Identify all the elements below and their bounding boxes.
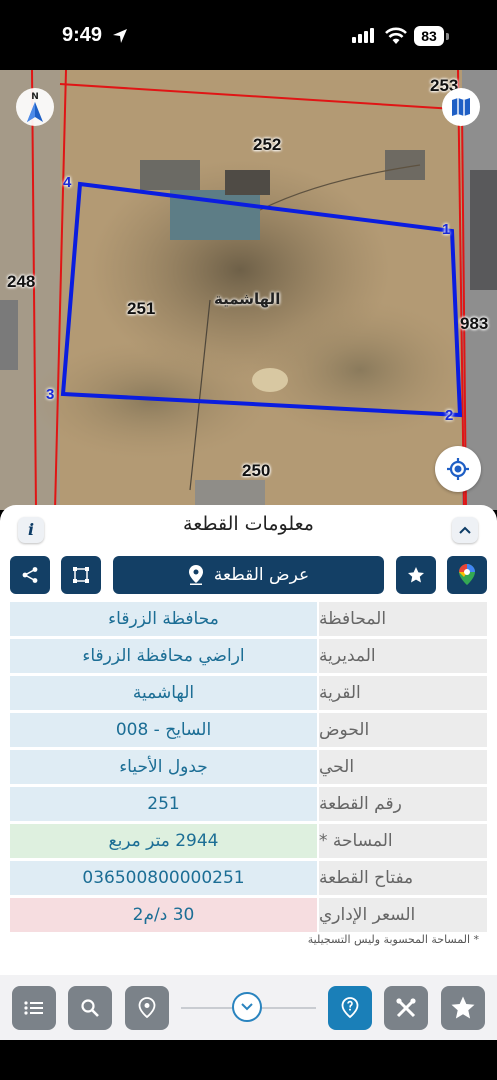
row-value: الهاشمية — [10, 676, 317, 710]
parcel-label-983: 983 — [460, 314, 489, 333]
row-village: الهاشمية القرية — [10, 676, 487, 710]
row-value: 2944 متر مربع — [10, 824, 317, 858]
row-value: 036500800000251 — [10, 861, 317, 895]
row-value: جدول الأحياء — [10, 750, 317, 784]
row-label: مفتاح القطعة — [319, 861, 487, 895]
chevron-down-icon — [241, 1003, 253, 1011]
tools-button[interactable] — [384, 986, 428, 1030]
locate-me-button[interactable] — [435, 446, 481, 492]
nearby-location-button[interactable] — [125, 986, 169, 1030]
row-value: محافظة الزرقاء — [10, 602, 317, 636]
favorites-button[interactable] — [441, 986, 485, 1030]
row-label: القرية — [319, 676, 487, 710]
compass-button[interactable]: N — [16, 88, 54, 126]
boundary-select-button[interactable] — [61, 556, 101, 594]
folded-map-icon — [452, 98, 470, 116]
status-bar: 9:49 83 — [0, 0, 497, 70]
village-label: الهاشمية — [214, 290, 281, 308]
row-directorate: اراضي محافظة الزرقاء المديرية — [10, 639, 487, 673]
tools-icon — [396, 998, 416, 1018]
collapse-button[interactable] — [452, 517, 478, 543]
vertex-label-1: 1 — [442, 221, 451, 238]
share-icon — [22, 567, 38, 583]
parcel-label-251: 251 — [127, 299, 156, 318]
location-arrow-icon — [113, 29, 127, 43]
map-pin-icon — [188, 565, 203, 585]
row-value: السايح - 008 — [10, 713, 317, 747]
list-icon — [24, 1001, 43, 1015]
row-value: اراضي محافظة الزرقاء — [10, 639, 317, 673]
location-pin-outline-icon — [138, 997, 156, 1019]
row-label: الحي — [319, 750, 487, 784]
share-button[interactable] — [10, 556, 50, 594]
chevron-up-icon — [459, 526, 471, 534]
location-question-icon — [341, 997, 359, 1019]
row-label: المديرية — [319, 639, 487, 673]
cellular-signal-icon — [352, 28, 374, 43]
row-governorate: محافظة الزرقاء المحافظة — [10, 602, 487, 636]
row-value: 251 — [10, 787, 317, 821]
row-label: السعر الإداري — [319, 898, 487, 932]
row-parcel-key: 036500800000251 مفتاح القطعة — [10, 861, 487, 895]
map-layers-button[interactable] — [442, 88, 480, 126]
panel-title: معلومات القطعة — [183, 513, 314, 535]
vertex-label-4: 4 — [63, 174, 72, 191]
home-indicator-area — [0, 1040, 497, 1080]
parcel-label-252: 252 — [253, 135, 282, 154]
row-neighborhood: جدول الأحياء الحي — [10, 750, 487, 784]
parcel-info-table: محافظة الزرقاء المحافظة اراضي محافظة الز… — [10, 602, 487, 935]
satellite-map[interactable]: 253 252 248 251 983 250 الهاشمية 1 2 3 4… — [0, 70, 497, 510]
battery-tip — [446, 33, 449, 40]
star-icon — [408, 567, 424, 583]
row-parcel-number: 251 رقم القطعة — [10, 787, 487, 821]
vertex-label-3: 3 — [46, 386, 55, 403]
row-value: 30 د/م2 — [10, 898, 317, 932]
favorite-button[interactable] — [396, 556, 436, 594]
polygon-select-icon — [73, 567, 89, 583]
row-label: المساحة * — [319, 824, 487, 858]
star-icon — [451, 996, 475, 1019]
search-button[interactable] — [68, 986, 112, 1030]
compass-n-label: N — [31, 91, 39, 102]
battery-indicator: 83 — [414, 26, 444, 46]
parcel-info-tab-button[interactable] — [328, 986, 372, 1030]
row-area: 2944 متر مربع المساحة * — [10, 824, 487, 858]
show-parcel-label: عرض القطعة — [213, 565, 310, 585]
area-footnote: * المساحة المحسوبة وليس التسجيلية — [307, 933, 479, 946]
status-time: 9:49 — [62, 24, 103, 46]
vertex-label-2: 2 — [445, 407, 454, 424]
google-maps-button[interactable] — [447, 556, 487, 594]
parcel-label-250: 250 — [242, 461, 271, 480]
parcel-info-panel: i معلومات القطعة عرض القطعة محافظة الزرق… — [0, 505, 497, 975]
wifi-icon — [385, 27, 407, 44]
compass-arrow-icon — [27, 101, 43, 122]
row-admin-price: 30 د/م2 السعر الإداري — [10, 898, 487, 932]
crosshair-location-icon — [447, 458, 469, 480]
row-basin: السايح - 008 الحوض — [10, 713, 487, 747]
google-maps-pin-icon — [459, 564, 475, 585]
row-label: رقم القطعة — [319, 787, 487, 821]
list-button[interactable] — [12, 986, 56, 1030]
row-label: الحوض — [319, 713, 487, 747]
row-label: المحافظة — [319, 602, 487, 636]
slider-handle[interactable] — [232, 992, 262, 1022]
show-parcel-button[interactable]: عرض القطعة — [113, 556, 384, 594]
parcel-label-248: 248 — [7, 272, 36, 291]
search-icon — [81, 999, 99, 1017]
